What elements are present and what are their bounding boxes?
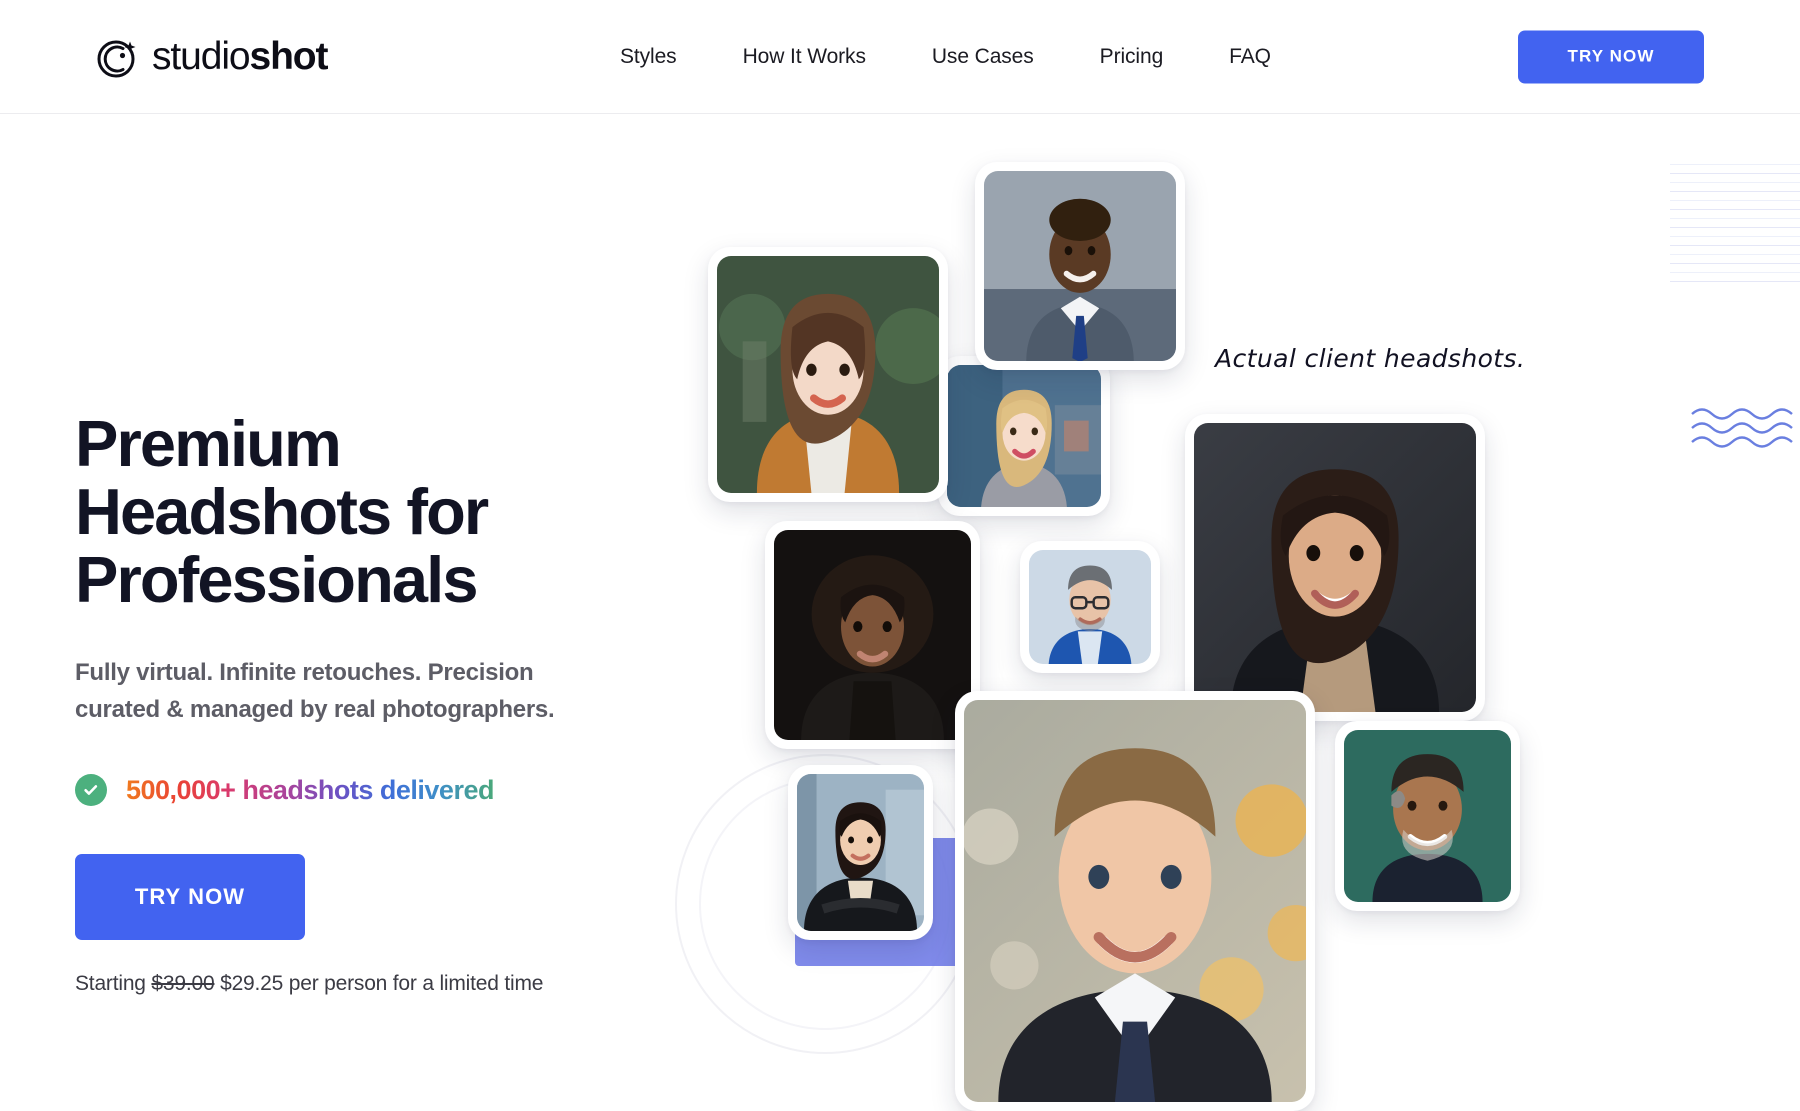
landing-page: studioshot Styles How It Works Use Cases… — [0, 0, 1800, 1111]
headshot-card-woman-blonde[interactable] — [938, 356, 1110, 516]
brand-logo[interactable]: studioshot — [96, 35, 329, 79]
page-title-line-2: Headshots for — [75, 475, 489, 548]
pricing-note: Starting $39.00 $29.25 per person for a … — [75, 972, 715, 996]
hero-try-now-button[interactable]: TRY NOW — [75, 854, 305, 940]
brand-name-light: studio — [152, 35, 251, 78]
headshot-photo — [947, 365, 1101, 507]
headshot-card-woman-navy-bg[interactable] — [1185, 414, 1485, 721]
header-try-now-button[interactable]: TRY NOW — [1518, 30, 1704, 83]
headshots-delivered-badge: 500,000+ headshots delivered — [75, 774, 715, 806]
headshot-photo — [717, 256, 939, 493]
headshot-photo — [964, 700, 1306, 1102]
headshots-delivered-label: 500,000+ headshots delivered — [126, 774, 494, 805]
pricing-suffix: per person for a limited time — [288, 972, 544, 995]
headshot-card-man-teal-bg[interactable] — [1335, 721, 1520, 911]
camera-sparkle-icon — [96, 35, 140, 79]
check-circle-icon — [75, 774, 107, 806]
page-title-line-3: Professionals — [75, 543, 478, 616]
headshot-card-man-bokeh-bg[interactable] — [955, 691, 1315, 1111]
headshot-photo — [797, 774, 924, 931]
headshot-card-woman-tan-blazer[interactable] — [708, 247, 948, 502]
headshot-card-man-glasses-blue[interactable] — [1020, 541, 1160, 673]
headshot-card-woman-asian-suit[interactable] — [788, 765, 933, 940]
headshot-photo — [984, 171, 1176, 361]
page-title: Premium Headshots for Professionals — [75, 410, 715, 614]
nav-item-how-it-works[interactable]: How It Works — [743, 45, 866, 69]
decorative-lines — [1670, 164, 1800, 299]
collage-caption: Actual client headshots. — [1215, 344, 1526, 373]
brand-wordmark: studioshot — [152, 35, 329, 78]
headshot-card-man-navy-suit[interactable] — [975, 162, 1185, 370]
page-title-line-1: Premium — [75, 407, 342, 480]
headshot-card-woman-dark-bg[interactable] — [765, 521, 980, 749]
pricing-prefix: Starting — [75, 972, 146, 995]
main-navigation: Styles How It Works Use Cases Pricing FA… — [620, 45, 1271, 69]
pricing-new-price: $29.25 — [220, 972, 284, 995]
nav-item-styles[interactable]: Styles — [620, 45, 677, 69]
headshot-collage: Actual client headshots. — [675, 114, 1800, 1111]
nav-item-pricing[interactable]: Pricing — [1100, 45, 1164, 69]
headshot-photo — [774, 530, 971, 740]
site-header: studioshot Styles How It Works Use Cases… — [0, 0, 1800, 114]
hero-content: Premium Headshots for Professionals Full… — [75, 410, 715, 996]
hero-subtitle: Fully virtual. Infinite retouches. Preci… — [75, 659, 555, 723]
headshot-photo — [1029, 550, 1151, 664]
headshot-photo — [1194, 423, 1476, 712]
pricing-old-price: $39.00 — [151, 972, 215, 995]
nav-item-faq[interactable]: FAQ — [1229, 45, 1271, 69]
brand-name-bold: shot — [249, 35, 328, 78]
decorative-waves-icon — [1690, 404, 1800, 454]
headshot-photo — [1344, 730, 1511, 902]
nav-item-use-cases[interactable]: Use Cases — [932, 45, 1034, 69]
